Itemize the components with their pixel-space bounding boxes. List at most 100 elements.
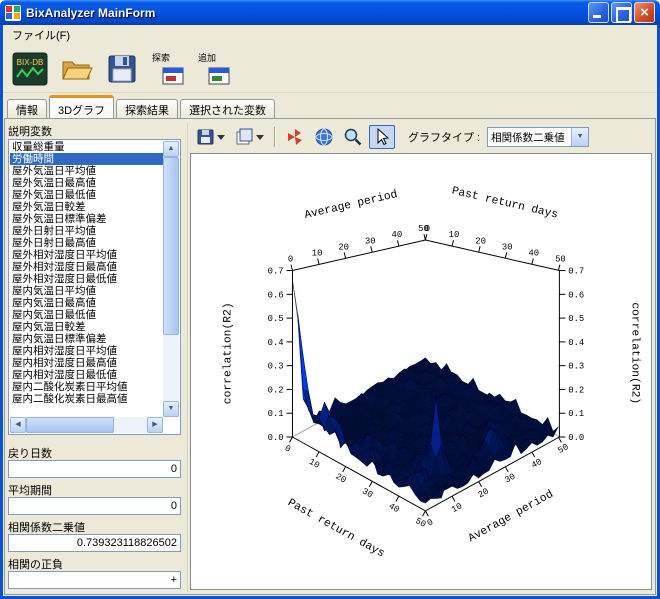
svg-text:Average period: Average period (303, 189, 398, 222)
field-label-0: 戻り日数 (8, 445, 181, 459)
copy-image-button[interactable] (232, 125, 268, 149)
list-item[interactable]: 屋内相対湿度日平均値 (10, 345, 163, 357)
chart-panel: グラフタイプ : 相関係数二乗値 0.00.00.10.10.20.20.30.… (187, 123, 652, 592)
svg-text:0.7: 0.7 (568, 266, 584, 276)
list-item[interactable]: 屋内二酸化炭素日平均値 (10, 381, 163, 393)
svg-text:BIX-DB: BIX-DB (17, 58, 44, 67)
list-item[interactable]: 屋内二酸化炭素日最高値 (10, 393, 163, 405)
scroll-right-icon[interactable] (147, 417, 163, 433)
field-input-2[interactable] (8, 534, 181, 552)
list-item[interactable]: 屋外相対湿度日最高値 (10, 261, 163, 273)
svg-text:50: 50 (413, 516, 427, 530)
tab-2[interactable]: 探索結果 (116, 99, 178, 118)
list-item[interactable]: 屋内相対湿度日最低値 (10, 369, 163, 381)
save-image-icon (196, 128, 226, 146)
list-item[interactable]: 屋外日射日平均値 (10, 225, 163, 237)
svg-text:Past return days: Past return days (285, 497, 386, 560)
pointer-mode-button[interactable] (369, 125, 395, 149)
svg-text:0.2: 0.2 (268, 385, 284, 395)
graph-type-label: グラフタイプ : (408, 129, 480, 145)
svg-text:0: 0 (426, 517, 436, 528)
save-image-button[interactable] (193, 125, 229, 149)
svg-text:20: 20 (334, 472, 348, 486)
copy-image-icon (235, 128, 265, 146)
list-item[interactable]: 屋内気温日最高値 (10, 297, 163, 309)
field-label-1: 平均期間 (8, 482, 181, 496)
svg-text:0.3: 0.3 (568, 362, 584, 372)
horizontal-scroll-thumb[interactable] (26, 417, 114, 433)
globe-icon (314, 127, 334, 147)
list-item[interactable]: 屋外気温日平均値 (10, 165, 163, 177)
variables-list: 収量総重量労働時間屋外気温日平均値屋外気温日最高値屋外気温日最低値屋外気温日較差… (10, 141, 163, 417)
add-button[interactable]: 追加 (193, 48, 235, 90)
svg-text:10: 10 (307, 457, 321, 471)
svg-text:0.5: 0.5 (568, 314, 584, 324)
list-item[interactable]: 屋外相対湿度日最低値 (10, 273, 163, 285)
tab-1[interactable]: 3Dグラフ (49, 95, 114, 118)
list-item[interactable]: 屋外気温日最低値 (10, 189, 163, 201)
list-item[interactable]: 屋内気温日平均値 (10, 285, 163, 297)
scroll-left-icon[interactable] (10, 417, 26, 433)
window-title: BixAnalyzer MainForm (26, 6, 583, 20)
list-item[interactable]: 屋外気温日最高値 (10, 177, 163, 189)
svg-text:40: 40 (528, 249, 539, 259)
chart-canvas[interactable]: 0.00.00.10.10.20.20.30.30.40.40.50.50.60… (190, 153, 652, 590)
field-input-0[interactable] (8, 460, 181, 478)
maximize-button[interactable] (611, 2, 632, 23)
surface-plot: 0.00.00.10.10.20.20.30.30.40.40.50.50.60… (191, 154, 651, 589)
refresh-button[interactable] (282, 125, 308, 149)
field-label-2: 相関係数二乗値 (8, 519, 181, 533)
open-file-button[interactable] (55, 48, 97, 90)
explore-button[interactable]: 探索 (147, 48, 189, 90)
list-item[interactable]: 屋内気温日最低値 (10, 309, 163, 321)
svg-text:30: 30 (503, 472, 517, 486)
list-item[interactable]: 労働時間 (10, 153, 163, 165)
svg-text:0: 0 (288, 255, 293, 265)
save-button[interactable] (101, 48, 143, 90)
explore-window-icon (162, 67, 184, 85)
list-item[interactable]: 屋外日射日最高値 (10, 237, 163, 249)
svg-text:40: 40 (530, 457, 544, 471)
svg-text:0.3: 0.3 (268, 362, 284, 372)
menu-file[interactable]: ファイル(F) (3, 24, 79, 46)
bix-db-button[interactable]: BIX-DB (9, 48, 51, 90)
svg-text:0.4: 0.4 (568, 338, 584, 348)
tab-3[interactable]: 選択された変数 (180, 99, 275, 118)
rotate-3d-button[interactable] (311, 125, 337, 149)
list-item[interactable]: 収量総重量 (10, 141, 163, 153)
list-item[interactable]: 屋内気温日標準偏差 (10, 333, 163, 345)
scroll-down-icon[interactable] (163, 401, 179, 417)
list-item[interactable]: 屋外相対湿度日平均値 (10, 249, 163, 261)
scroll-up-icon[interactable] (163, 141, 179, 157)
close-button[interactable] (634, 2, 655, 23)
svg-text:0.7: 0.7 (268, 266, 284, 276)
add-window-icon (208, 67, 230, 85)
svg-text:20: 20 (476, 486, 490, 500)
horizontal-scrollbar[interactable] (10, 417, 163, 433)
svg-text:10: 10 (449, 230, 460, 240)
list-item[interactable]: 屋内相対湿度日最高値 (10, 357, 163, 369)
list-item[interactable]: 屋外気温日較差 (10, 201, 163, 213)
svg-text:10: 10 (450, 501, 464, 515)
svg-text:0.6: 0.6 (268, 290, 284, 300)
svg-text:0.1: 0.1 (568, 409, 584, 419)
field-input-3[interactable] (8, 571, 181, 589)
combo-dropdown-icon[interactable] (571, 128, 588, 146)
svg-text:0.2: 0.2 (568, 385, 584, 395)
open-folder-icon (59, 54, 93, 84)
field-input-1[interactable] (8, 497, 181, 515)
vertical-scroll-thumb[interactable] (163, 157, 179, 335)
minimize-button[interactable] (588, 2, 609, 23)
vertical-scrollbar[interactable] (163, 141, 179, 417)
svg-text:20: 20 (338, 242, 349, 252)
variables-panel: 説明変数 収量総重量労働時間屋外気温日平均値屋外気温日最高値屋外気温日最低値屋外… (8, 123, 181, 591)
list-item[interactable]: 屋内気温日較差 (10, 321, 163, 333)
variables-label: 説明変数 (8, 123, 181, 137)
svg-text:Past return days: Past return days (450, 186, 559, 222)
variables-listbox[interactable]: 収量総重量労働時間屋外気温日平均値屋外気温日最高値屋外気温日最低値屋外気温日較差… (8, 139, 181, 435)
graph-type-combo[interactable]: 相関係数二乗値 (487, 127, 589, 147)
zoom-button[interactable] (340, 125, 366, 149)
title-bar[interactable]: BixAnalyzer MainForm (0, 0, 660, 25)
tab-0[interactable]: 情報 (7, 99, 47, 118)
list-item[interactable]: 屋外気温日標準偏差 (10, 213, 163, 225)
